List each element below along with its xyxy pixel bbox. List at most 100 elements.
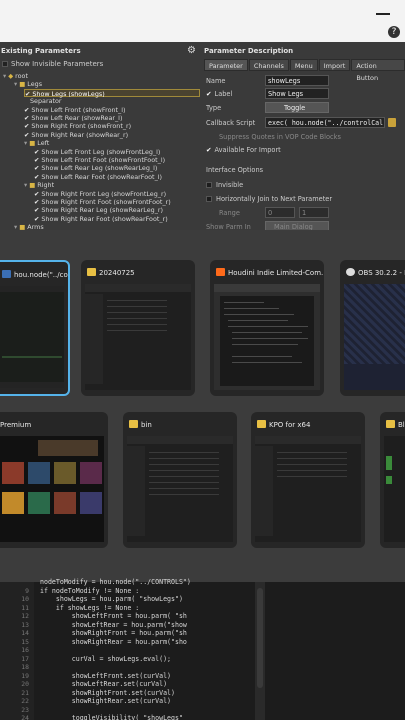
task-card-python[interactable]: hou.node("../contr...	[0, 260, 70, 396]
expand-arrow-icon[interactable]: ▾	[3, 72, 6, 80]
name-label: Name	[206, 77, 226, 85]
tree-row[interactable]: ✔ Show Left Front Leg (showFrontLeg_l)	[34, 148, 160, 156]
tab-import[interactable]: Import	[318, 59, 351, 71]
task-card-premium[interactable]: Premium	[0, 412, 108, 548]
task-card-title: OBS 30.2.2 - Pr	[358, 269, 405, 277]
task-card-bin[interactable]: bin	[123, 412, 237, 548]
tree-row[interactable]: ✔ Show Right Front Leg (showFrontLeg_r)	[34, 190, 166, 198]
tree-row-label: Show Left Rear (showRear_l)	[31, 114, 123, 122]
show-invisible-checkbox[interactable]	[2, 61, 8, 67]
code-line[interactable]: showLeftRear = hou.parm("show	[40, 621, 187, 629]
invisible-row[interactable]: Invisible	[206, 179, 243, 191]
tab-action-button[interactable]: Action Button	[351, 59, 405, 82]
tree-row[interactable]: ✔ Show Left Rear Foot (showRearFoot_l)	[34, 173, 162, 181]
tree-row[interactable]: ▾ ■ Arms	[14, 223, 44, 230]
tree-row[interactable]: ✔ Show Left Rear (showRear_l)	[24, 114, 122, 122]
label-check-icon[interactable]: ✔	[206, 90, 212, 98]
scrollbar-thumb[interactable]	[257, 588, 263, 688]
task-card-kpo[interactable]: KPO for x64	[251, 412, 365, 548]
suppress-quotes-label[interactable]: Suppress Quotes in VOP Code Blocks	[219, 131, 341, 143]
expand-arrow-icon[interactable]: ▾	[24, 181, 27, 189]
expand-arrow-icon[interactable]: ▾	[14, 223, 17, 230]
code-line[interactable]: showRightFront.set(curVal)	[40, 689, 175, 697]
line-number: 17	[21, 654, 29, 663]
parameter-description-panel: Parameter Description Parameter Channels M…	[202, 42, 405, 242]
gear-icon[interactable]: ⚙	[187, 46, 197, 56]
tab-channels[interactable]: Channels	[248, 59, 289, 71]
tree-row[interactable]: ✔ Show Left Rear Leg (showRearLeg_l)	[34, 164, 157, 172]
task-card-folder-20240725[interactable]: 20240725	[81, 260, 195, 396]
code-line[interactable]: showLeftFront.set(curVal)	[40, 672, 171, 680]
task-card-title: KPO for x64	[269, 421, 311, 429]
task-thumbnail	[344, 284, 405, 390]
task-card-title: 20240725	[99, 269, 135, 277]
tree-row[interactable]: ▾ ■ Left	[24, 139, 49, 147]
available-import-row[interactable]: ✔ Available For Import	[206, 144, 281, 156]
task-card-bl[interactable]: Bl	[380, 412, 405, 548]
line-number: 10	[21, 595, 29, 603]
tree-row[interactable]: ✔ Show Right Front Foot (showFrontFoot_r)	[34, 198, 171, 206]
callback-script-field[interactable]: exec( hou.node("../controlCal	[265, 117, 385, 128]
tab-parameter[interactable]: Parameter	[204, 59, 248, 71]
tab-menu[interactable]: Menu	[289, 59, 318, 71]
folder-icon: ■	[19, 80, 26, 89]
tree-row-label: Show Left Rear Leg (showRearLeg_l)	[41, 164, 158, 173]
show-invisible-toggle[interactable]: Show Invisible Parameters	[2, 60, 103, 68]
code-line[interactable]: showLeftRear.set(curVal)	[40, 680, 167, 688]
code-editor[interactable]: 9 10 11 12 13 14 15 16 17 18 19 20 21 22 23 24 nodeToMo…	[0, 578, 405, 720]
code-line[interactable]: showLeftFront = hou.parm( "sh	[40, 612, 187, 620]
expand-arrow-icon[interactable]: ▾	[14, 80, 17, 88]
tree-row[interactable]: ✔ Show Left Front (showFront_l)	[24, 106, 126, 114]
parameter-tree[interactable]: ▾ ◆ root ▾ ■ Legs ✔ Show Legs (showLegs) Separat…	[0, 70, 200, 230]
type-dropdown[interactable]: Toggle	[265, 102, 329, 113]
horizontal-join-row[interactable]: Horizontally Join to Next Parameter	[206, 193, 332, 205]
range-max-field[interactable]: 1	[299, 207, 329, 218]
tree-row[interactable]: ✔ Show Right Rear Leg (showRearLeg_r)	[34, 206, 163, 214]
code-line[interactable]: showRightRear.set(curVal)	[40, 697, 171, 705]
edit-parameter-dialog: Existing Parameters ⚙ Show Invisible Par…	[0, 42, 405, 242]
invisible-checkbox[interactable]	[206, 182, 212, 188]
tree-row[interactable]: ✔ Show Right Front (showFront_r)	[24, 122, 131, 130]
label-row[interactable]: ✔ Label	[206, 88, 232, 100]
code-line[interactable]: showRightRear = hou.parm("sho	[40, 638, 187, 646]
checkmark-icon: ✔	[24, 105, 30, 114]
code-line[interactable]: if showLegs != None :	[40, 604, 139, 612]
editor-scrollbar[interactable]	[255, 582, 265, 720]
task-switcher: hou.node("../contr... 20240725 Houdini I…	[0, 230, 405, 582]
available-check-icon[interactable]: ✔	[206, 146, 212, 154]
code-line[interactable]: if nodeToModify != None :	[40, 587, 139, 595]
checkmark-icon: ✔	[24, 114, 30, 122]
tree-row[interactable]: ▾ ■ Legs	[14, 80, 42, 88]
code-line[interactable]: curVal = showLegs.eval();	[40, 655, 171, 663]
task-thumbnail	[0, 436, 104, 542]
name-field[interactable]: showLegs	[265, 75, 329, 86]
tree-row[interactable]: ✔ Show Legs (showLegs)	[24, 88, 200, 98]
checkmark-icon: ✔	[34, 198, 40, 206]
tree-row[interactable]: ✔ Show Left Front Foot (showFrontFoot_l)	[34, 156, 165, 164]
task-card-houdini[interactable]: Houdini Indie Limited-Com...	[210, 260, 324, 396]
code-line[interactable]: showLegs = hou.parm( "showLegs")	[40, 595, 183, 603]
code-line[interactable]: showRightFront = hou.parm("sh	[40, 629, 187, 637]
tree-row-label: Show Right Rear Leg (showRearLeg_r)	[41, 206, 164, 215]
minimize-icon[interactable]	[376, 13, 390, 15]
range-min-field[interactable]: 0	[265, 207, 295, 218]
task-card-title: Bl	[398, 421, 405, 429]
task-thumbnail	[85, 284, 191, 390]
help-icon[interactable]: ?	[388, 26, 400, 38]
code-line[interactable]: toggleVisibility( "showLegs"	[40, 714, 183, 720]
expand-arrow-icon[interactable]: ▾	[24, 139, 27, 147]
task-card-obs[interactable]: OBS 30.2.2 - Pr	[340, 260, 405, 396]
tree-row[interactable]: ▾ ■ Right	[24, 181, 54, 189]
tree-row[interactable]: ▾ ◆ root	[3, 72, 28, 80]
tree-row[interactable]: ✔ Show Right Rear (showRear_r)	[24, 131, 128, 139]
checkmark-icon: ✔	[24, 130, 30, 139]
code-line[interactable]: nodeToModify = hou.node("../CONTROLS")	[40, 578, 191, 586]
horizontal-join-checkbox[interactable]	[206, 196, 212, 202]
range-label: Range	[219, 209, 240, 217]
tree-row[interactable]: Separator	[30, 97, 62, 105]
tree-row[interactable]: ✔ Show Right Rear Foot (showRearFoot_r)	[34, 215, 168, 223]
label-field[interactable]: Show Legs	[265, 88, 329, 99]
checkmark-icon: ✔	[34, 214, 40, 223]
script-language-icon[interactable]	[388, 118, 396, 127]
label-label: Label	[214, 90, 233, 98]
